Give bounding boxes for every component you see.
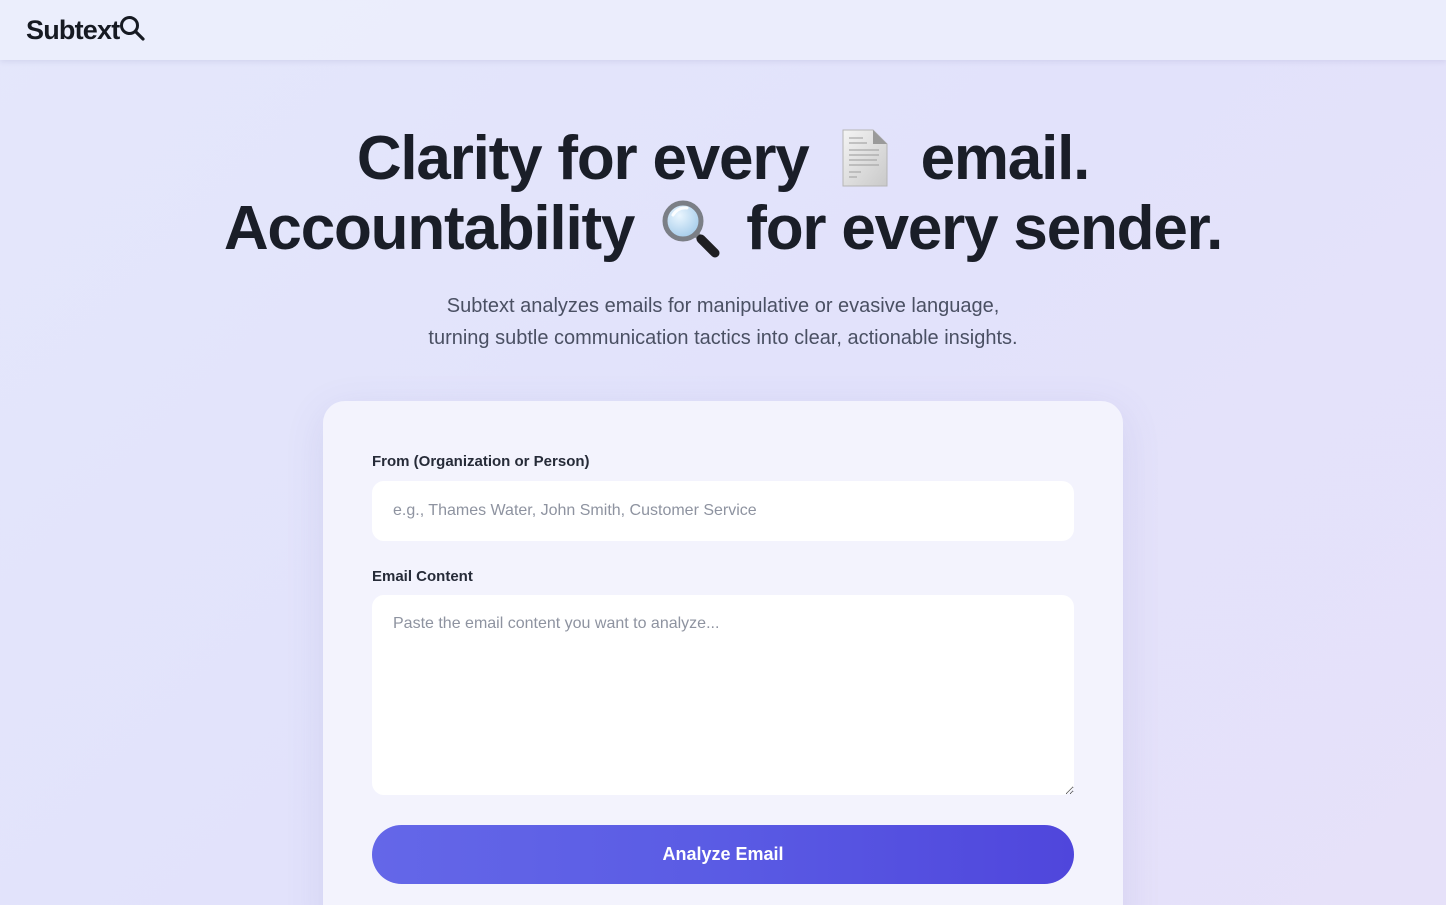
email-content-label: Email Content: [372, 568, 473, 585]
from-input[interactable]: [372, 481, 1074, 541]
logo-text: Subtext: [26, 14, 120, 45]
logo[interactable]: Subtext: [26, 15, 146, 46]
hero-line-1-text-a: Clarity for every: [356, 124, 810, 193]
magnifier-icon: [120, 16, 146, 41]
subtitle-line-1: Subtext analyzes emails for manipulative…: [446, 295, 1000, 317]
magnifying-glass-icon: [662, 200, 720, 258]
hero-line-2-text-a: Accountability: [223, 194, 636, 263]
hero-line-2-text-b: for every sender.: [746, 194, 1223, 263]
hero-subtitle: Subtext analyzes emails for manipulative…: [0, 290, 1446, 354]
email-content-textarea[interactable]: [372, 595, 1074, 795]
hero-line-1-text-b: email.: [920, 124, 1091, 193]
hero-title: Clarity for every email. Accountability …: [0, 124, 1446, 264]
top-bar: Subtext: [0, 0, 1446, 60]
hero-line-2: Accountability for every sender.: [0, 194, 1446, 264]
subtitle-line-2: turning subtle communication tactics int…: [428, 327, 1018, 349]
analyze-email-button[interactable]: Analyze Email: [372, 825, 1074, 884]
document-icon: [842, 129, 888, 187]
analyze-form-card: From (Organization or Person) Email Cont…: [323, 401, 1123, 905]
from-label: From (Organization or Person): [372, 453, 590, 470]
hero-line-1: Clarity for every email.: [0, 124, 1446, 194]
